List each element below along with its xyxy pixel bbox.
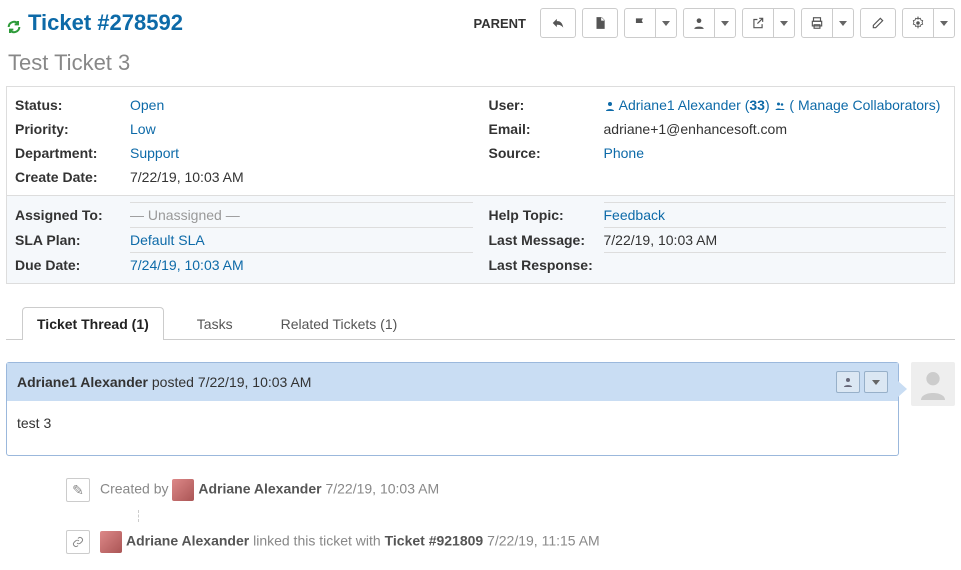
chevron-down-icon[interactable] <box>715 9 735 37</box>
event-created-prefix: Created by <box>100 481 172 497</box>
chevron-down-icon[interactable] <box>833 9 853 37</box>
event-created-time: 7/22/19, 10:03 AM <box>325 481 439 497</box>
assigned-label: Assigned To: <box>15 203 130 228</box>
email-value: adriane+1@enhancesoft.com <box>604 117 947 141</box>
source-label: Source: <box>489 141 604 165</box>
gear-icon[interactable] <box>903 9 934 37</box>
flag-icon[interactable] <box>625 9 656 37</box>
thread-action: posted <box>148 374 198 390</box>
help-topic-value[interactable]: Feedback <box>604 207 665 223</box>
priority-label: Priority: <box>15 117 130 141</box>
due-value[interactable]: 7/24/19, 10:03 AM <box>130 257 244 273</box>
create-date-label: Create Date: <box>15 165 130 189</box>
user-icon[interactable] <box>684 9 715 37</box>
users-icon <box>774 100 786 112</box>
user-icon <box>842 376 854 388</box>
transfer-dropdown[interactable] <box>742 8 795 38</box>
manage-collaborators-link[interactable]: ( Manage Collaborators) <box>774 97 941 113</box>
help-topic-label: Help Topic: <box>489 203 604 228</box>
tab-thread[interactable]: Ticket Thread (1) <box>22 307 164 340</box>
thread-author: Adriane1 Alexander <box>17 374 148 390</box>
event-linked: Adriane Alexander linked this ticket wit… <box>66 522 955 562</box>
avatar <box>911 362 955 406</box>
event-linked-name: Adriane Alexander <box>126 533 249 549</box>
email-label: Email: <box>489 117 604 141</box>
avatar-mini <box>100 531 122 553</box>
status-dropdown[interactable] <box>624 8 677 38</box>
edit-button[interactable] <box>860 8 896 38</box>
department-value[interactable]: Support <box>130 145 179 161</box>
user-count: 33 <box>749 97 765 113</box>
collab-label: ( Manage Collaborators) <box>789 97 940 113</box>
event-linked-ticket: Ticket #921809 <box>385 533 484 549</box>
note-button[interactable] <box>582 8 618 38</box>
user-link[interactable]: Adriane1 Alexander (33) <box>604 97 774 113</box>
sla-value[interactable]: Default SLA <box>130 232 205 248</box>
source-value[interactable]: Phone <box>604 145 644 161</box>
last-message-value: 7/22/19, 10:03 AM <box>604 228 947 253</box>
status-label: Status: <box>15 93 130 117</box>
print-dropdown[interactable] <box>801 8 854 38</box>
chevron-down-icon <box>872 380 880 385</box>
chevron-down-icon[interactable] <box>774 9 794 37</box>
ticket-number-link[interactable]: Ticket #278592 <box>28 10 183 36</box>
user-icon <box>604 100 616 112</box>
last-response-value <box>604 253 947 277</box>
event-log: ✎ Created by Adriane Alexander 7/22/19, … <box>66 470 955 562</box>
last-response-label: Last Response: <box>489 253 604 277</box>
avatar-mini <box>172 479 194 501</box>
magic-wand-icon: ✎ <box>66 478 90 502</box>
event-created-name: Adriane Alexander <box>198 481 321 497</box>
thread-actions-dropdown[interactable] <box>864 371 888 393</box>
event-linked-mid: linked this ticket with <box>249 533 384 549</box>
chevron-down-icon[interactable] <box>656 9 676 37</box>
parent-label: PARENT <box>466 12 534 35</box>
due-label: Due Date: <box>15 253 130 278</box>
ticket-subject: Test Ticket 3 <box>8 50 953 76</box>
link-icon <box>66 530 90 554</box>
external-link-icon[interactable] <box>743 9 774 37</box>
ticket-metadata: Status: Open Priority: Low Department: S… <box>6 86 955 284</box>
assign-dropdown[interactable] <box>683 8 736 38</box>
event-rail <box>138 510 955 522</box>
thread-body: test 3 <box>7 401 898 455</box>
avatar-icon <box>917 368 949 400</box>
event-created: ✎ Created by Adriane Alexander 7/22/19, … <box>66 470 955 510</box>
more-dropdown[interactable] <box>902 8 955 38</box>
thread-entry: Adriane1 Alexander posted 7/22/19, 10:03… <box>6 362 955 456</box>
chevron-down-icon[interactable] <box>934 9 954 37</box>
refresh-icon[interactable] <box>6 15 22 31</box>
thread-message: Adriane1 Alexander posted 7/22/19, 10:03… <box>6 362 899 456</box>
user-name: Adriane1 Alexander <box>619 97 741 113</box>
reply-button[interactable] <box>540 8 576 38</box>
sla-label: SLA Plan: <box>15 228 130 253</box>
page-title: Ticket #278592 <box>6 10 183 36</box>
tab-related[interactable]: Related Tickets (1) <box>266 307 413 340</box>
user-label: User: <box>489 93 604 117</box>
tab-tasks[interactable]: Tasks <box>182 307 248 340</box>
status-value[interactable]: Open <box>130 97 164 113</box>
tabs: Ticket Thread (1) Tasks Related Tickets … <box>6 306 955 340</box>
print-icon[interactable] <box>802 9 833 37</box>
event-linked-time: 7/22/19, 11:15 AM <box>487 533 600 549</box>
priority-value[interactable]: Low <box>130 121 156 137</box>
thread-user-button[interactable] <box>836 371 860 393</box>
department-label: Department: <box>15 141 130 165</box>
assigned-value: — Unassigned — <box>130 203 473 228</box>
thread-time: 7/22/19, 10:03 AM <box>198 374 312 390</box>
toolbar: PARENT <box>466 8 955 38</box>
last-message-label: Last Message: <box>489 228 604 253</box>
thread-message-meta: Adriane1 Alexander posted 7/22/19, 10:03… <box>17 374 311 390</box>
create-date-value: 7/22/19, 10:03 AM <box>130 165 473 189</box>
